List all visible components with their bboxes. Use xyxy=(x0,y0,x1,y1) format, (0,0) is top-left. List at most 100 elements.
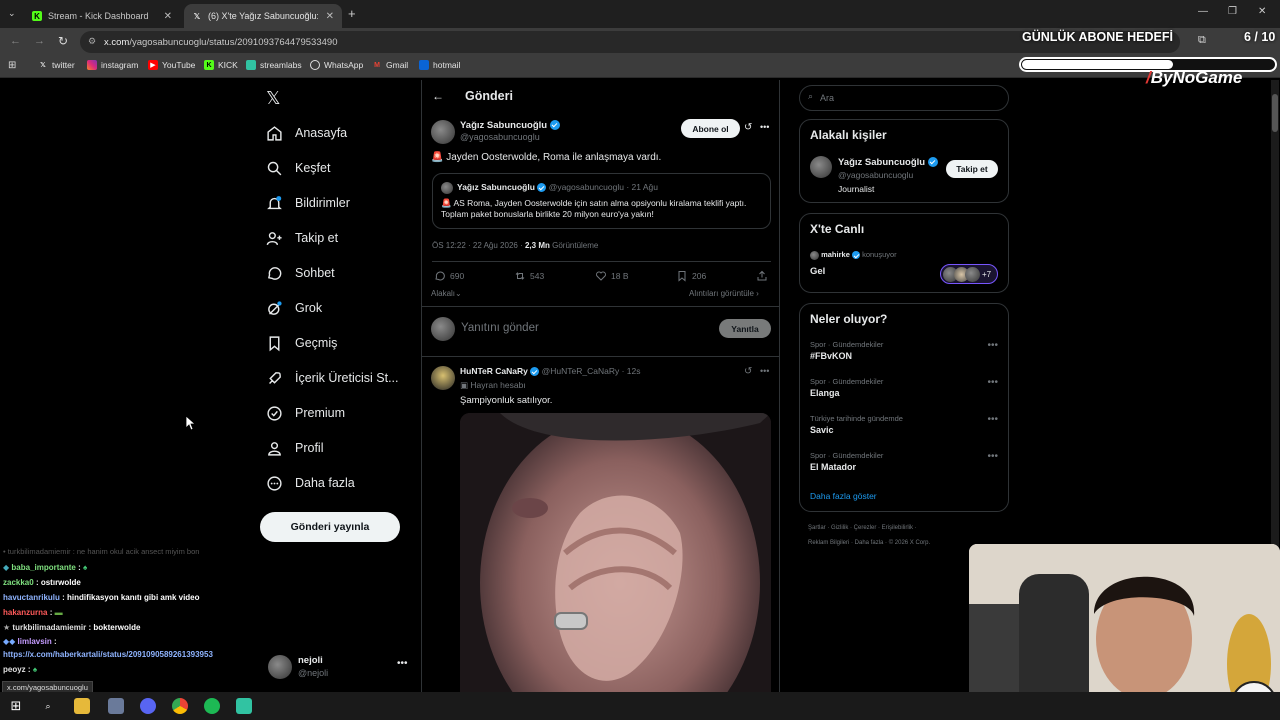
author-name[interactable]: Yağız Sabuncuoğlu xyxy=(460,120,560,131)
window-close-button[interactable]: ✕ xyxy=(1258,6,1266,17)
author-avatar[interactable] xyxy=(431,120,455,144)
minimize-button[interactable]: — xyxy=(1198,6,1208,17)
person-name[interactable]: Yağız Sabuncuoğlu xyxy=(838,157,938,168)
reply-action[interactable]: 690 xyxy=(434,270,464,282)
reply-menu-icon[interactable]: ••• xyxy=(760,366,769,376)
chrome-icon[interactable] xyxy=(172,698,188,714)
trend-item[interactable]: Elanga xyxy=(810,388,840,398)
account-menu-icon[interactable]: ••• xyxy=(397,658,408,669)
repost-icon xyxy=(515,272,525,280)
nav-notifications[interactable]: Bildirimler xyxy=(266,191,350,215)
bell-icon xyxy=(267,195,282,209)
nav-profile[interactable]: Profil xyxy=(266,436,323,460)
card-title: Alakalı kişiler xyxy=(810,128,887,142)
apps-grid-icon[interactable]: ⊞ xyxy=(8,60,16,71)
view-quotes-link[interactable]: Alıntıları görüntüle › xyxy=(689,289,759,298)
trend-menu-icon[interactable]: ••• xyxy=(987,377,998,388)
live-participants[interactable]: +7 xyxy=(940,264,998,284)
bookmark-gmail[interactable]: M Gmail xyxy=(372,60,408,70)
bookmark-kick[interactable]: K KICK xyxy=(204,60,238,70)
live-on-x-card[interactable]: X'te Canlı mahirke konuşuyor Gel +7 xyxy=(799,213,1009,293)
back-arrow-icon[interactable]: ← xyxy=(432,89,444,103)
trend-item[interactable]: El Matador xyxy=(810,462,856,472)
verified-badge-icon xyxy=(267,405,282,421)
new-tab-button[interactable]: + xyxy=(348,6,356,21)
account-avatar[interactable] xyxy=(268,655,292,679)
chat-emote-icon: ♠ xyxy=(83,563,88,572)
bookmark-streamlabs[interactable]: streamlabs xyxy=(246,60,302,70)
search-input[interactable]: ⌕ Ara xyxy=(799,85,1009,111)
close-icon[interactable]: ✕ xyxy=(164,11,172,22)
grok-explain-icon[interactable]: ↺ xyxy=(744,366,752,377)
grok-icon xyxy=(268,300,282,315)
maximize-button[interactable]: ❐ xyxy=(1228,6,1237,17)
divider xyxy=(422,356,779,357)
share-action[interactable] xyxy=(756,270,768,282)
like-action[interactable]: 18 B xyxy=(595,270,629,282)
spotify-icon[interactable] xyxy=(204,698,220,714)
follow-button[interactable]: Takip et xyxy=(946,160,998,178)
bookmark-hotmail[interactable]: hotmail xyxy=(419,60,460,70)
nav-chat[interactable]: Sohbet xyxy=(266,261,335,285)
site-info-icon[interactable]: ⚙ xyxy=(88,36,96,47)
nav-explore[interactable]: Keşfet xyxy=(266,156,330,180)
nav-follow[interactable]: Takip et xyxy=(266,226,338,250)
reply-author[interactable]: HuNTeR CaNaRy @HuNTeR_CaNaRy · 12s xyxy=(460,366,640,377)
bookmark-instagram[interactable]: instagram xyxy=(87,60,138,70)
trend-item[interactable]: #FBvKON xyxy=(810,351,852,361)
file-explorer-icon[interactable] xyxy=(74,698,90,714)
reply-input[interactable]: Yanıtını gönder xyxy=(461,322,539,334)
discord-icon[interactable] xyxy=(140,698,156,714)
chat-badge-icon: ◆ xyxy=(3,563,10,572)
nav-home[interactable]: Anasayfa xyxy=(266,121,347,145)
nav-history[interactable]: Geçmiş xyxy=(266,331,337,355)
chat-link[interactable]: https://x.com/haberkartali/status/209109… xyxy=(3,650,213,659)
forward-arrow-icon[interactable]: → xyxy=(34,35,45,47)
x-logo[interactable]: 𝕏 xyxy=(266,88,281,109)
fan-account-badge: ▣ Hayran hesabı xyxy=(460,380,526,390)
streamlabs-icon[interactable] xyxy=(236,698,252,714)
trend-item[interactable]: Savic xyxy=(810,425,834,435)
sort-relevant-dropdown[interactable]: Alakalı⌄ xyxy=(431,289,462,298)
bookmark-youtube[interactable]: ▶ YouTube xyxy=(148,60,195,70)
trend-category: Spor · Gündemdekiler xyxy=(810,451,884,460)
windows-start-icon[interactable]: ⊞ xyxy=(8,698,24,714)
nav-more[interactable]: Daha fazla xyxy=(266,471,355,495)
address-bar[interactable]: ⚙ x.com/yagosabuncuoglu/status/209109376… xyxy=(80,31,1180,53)
subscribe-button[interactable]: Abone ol xyxy=(681,119,740,138)
close-icon[interactable]: ✕ xyxy=(326,11,334,22)
show-more-link[interactable]: Daha fazla göster xyxy=(810,491,877,501)
app-icon[interactable] xyxy=(108,698,124,714)
post-menu-icon[interactable]: ••• xyxy=(760,122,769,132)
quoted-post[interactable]: Yağız Sabuncuoğlu @yagosabuncuoglu · 21 … xyxy=(432,173,771,229)
footer-links[interactable]: Şartlar · Gizlilik · Çerezler · Erişileb… xyxy=(808,525,917,531)
nav-premium[interactable]: Premium xyxy=(266,401,345,425)
trend-menu-icon[interactable]: ••• xyxy=(987,414,998,425)
reply-media-image[interactable] xyxy=(460,413,771,692)
chevron-down-icon: ⌄ xyxy=(455,289,462,298)
trend-menu-icon[interactable]: ••• xyxy=(987,451,998,462)
person-avatar[interactable] xyxy=(810,156,832,178)
bookmark-action[interactable]: 206 xyxy=(676,270,706,282)
person-handle: @yagosabuncuoglu xyxy=(838,170,914,180)
divider xyxy=(422,306,779,307)
back-arrow-icon[interactable]: ← xyxy=(10,35,21,47)
reply-author-avatar[interactable] xyxy=(431,366,455,390)
tab-kick-dashboard[interactable]: K Stream - Kick Dashboard ✕ xyxy=(24,4,180,28)
tab-list-button[interactable]: ⌄ xyxy=(8,8,16,19)
nav-creator-studio[interactable]: İçerik Üreticisi St... xyxy=(266,366,399,390)
trend-menu-icon[interactable]: ••• xyxy=(987,340,998,351)
bookmark-whatsapp[interactable]: WhatsApp xyxy=(310,60,363,70)
search-icon[interactable]: ⌕ xyxy=(40,698,56,714)
scrollbar-thumb[interactable] xyxy=(1272,94,1278,132)
footer-links[interactable]: Reklam Bilgileri · Daha fazla · © 2026 X… xyxy=(808,540,930,546)
bookmark-twitter[interactable]: 𝕏twitter xyxy=(38,60,75,70)
extensions-icon[interactable]: ⧉ xyxy=(1198,34,1206,47)
tab-x-post[interactable]: 𝕏 (6) X'te Yağız Sabuncuoğlu: "🚨 ✕ xyxy=(184,4,342,28)
reply-button[interactable]: Yanıtla xyxy=(719,319,771,338)
repost-action[interactable]: 543 xyxy=(514,270,544,282)
nav-grok[interactable]: Grok xyxy=(266,296,322,320)
post-button[interactable]: Gönderi yayınla xyxy=(260,512,400,542)
grok-explain-icon[interactable]: ↺ xyxy=(744,122,752,133)
reload-icon[interactable]: ↻ xyxy=(58,34,68,48)
